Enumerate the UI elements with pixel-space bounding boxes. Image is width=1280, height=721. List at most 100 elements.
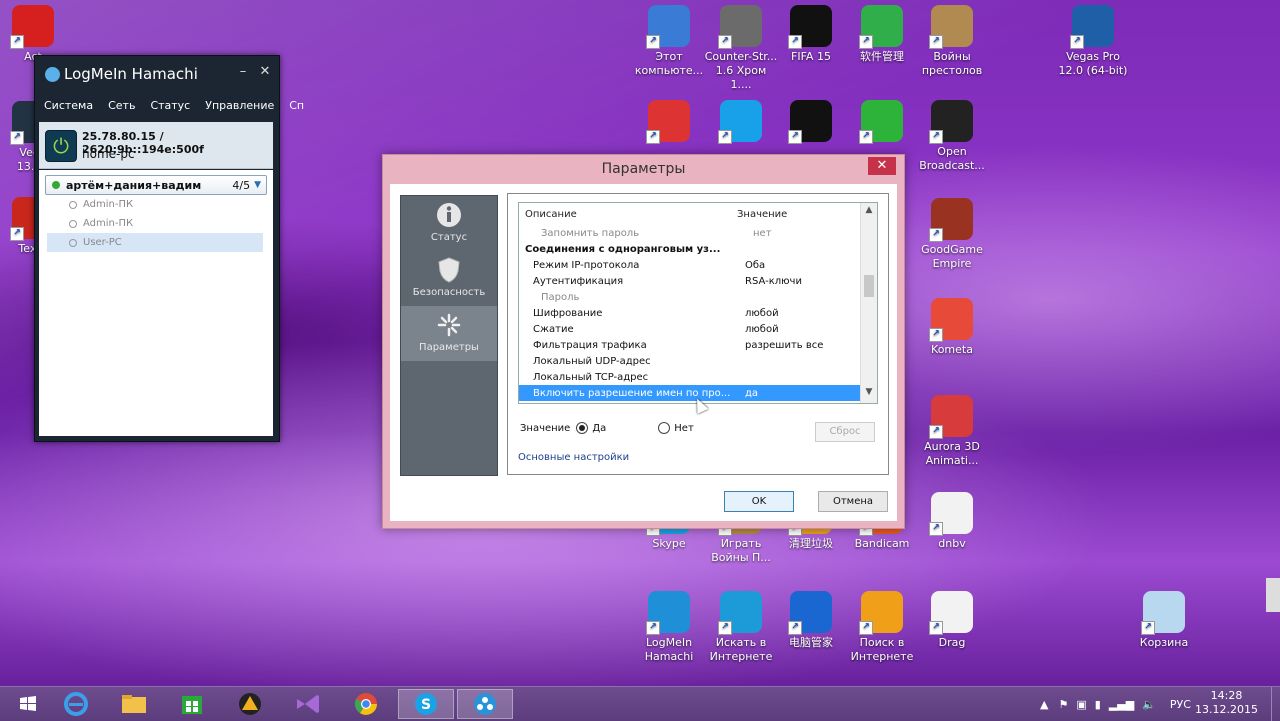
desktop-icon-label: LogMeIn Hamachi: [644, 636, 694, 663]
menu-network[interactable]: Сеть: [99, 99, 141, 112]
app-icon[interactable]: [222, 689, 278, 719]
power-button[interactable]: ⏻: [45, 130, 77, 162]
desktop-icon[interactable]: ↗: [845, 100, 919, 145]
menu-status[interactable]: Статус: [141, 99, 196, 112]
desktop-icon[interactable]: ↗ Counter-Str... 1.6 Хром 1....: [704, 5, 778, 92]
desktop-icon[interactable]: ↗ Искать в Интернете: [704, 591, 778, 664]
radio-yes-label[interactable]: Да: [592, 423, 606, 434]
cancel-button[interactable]: Отмена: [818, 491, 888, 512]
network-icon[interactable]: ▣: [1076, 698, 1086, 711]
store-icon[interactable]: [164, 689, 220, 719]
hamachi-taskbar-icon[interactable]: [457, 689, 513, 719]
table-row[interactable]: Режим IP-протокола Оба: [519, 257, 877, 273]
column-header-value[interactable]: Значение: [737, 209, 877, 220]
shortcut-arrow-icon: ↗: [10, 131, 24, 145]
desktop-icon-label: Vegas Pro 12.0 (64-bit): [1058, 50, 1128, 77]
volume-icon[interactable]: 🔈: [1142, 698, 1156, 711]
hamachi-title-bar[interactable]: LogMeIn Hamachi – ✕: [35, 56, 279, 92]
sidebar-item-parameters[interactable]: Параметры: [401, 306, 497, 361]
battery-icon[interactable]: ▮: [1095, 698, 1101, 711]
app-icon: ↗: [646, 100, 690, 144]
settings-table: Описание Значение Запомнить пароль нет Сое…: [518, 202, 878, 404]
radio-no[interactable]: [658, 422, 671, 434]
radio-no-label[interactable]: Нет: [674, 423, 694, 434]
edge-scrollbar[interactable]: [1266, 578, 1280, 612]
skype-icon[interactable]: S: [398, 689, 454, 719]
table-row[interactable]: Запомнить пароль нет: [519, 225, 877, 241]
desktop-icon[interactable]: ↗ dnbv: [915, 492, 989, 551]
desktop-icon-label: Kometa: [931, 343, 973, 356]
table-scrollbar[interactable]: ▲ ▼: [860, 203, 877, 403]
ie-icon[interactable]: [48, 689, 104, 719]
desktop-icon[interactable]: ↗ 软件管理: [845, 5, 919, 64]
desktop-icon[interactable]: ↗ Поиск в Интернете: [845, 591, 919, 664]
shortcut-arrow-icon: ↗: [929, 130, 943, 144]
scroll-up-icon[interactable]: ▲: [861, 205, 877, 219]
signal-icon[interactable]: ▂▄▆: [1109, 698, 1134, 711]
app-icon: ↗: [788, 5, 832, 49]
desktop-icon[interactable]: ↗ Vegas Pro 12.0 (64-bit): [1056, 5, 1130, 78]
desktop-icon[interactable]: ↗ Drag: [915, 591, 989, 650]
table-row[interactable]: Сжатие любой: [519, 321, 877, 337]
scroll-thumb[interactable]: [864, 275, 874, 297]
desktop-icon[interactable]: ↗ FIFA 15: [774, 5, 848, 64]
table-row[interactable]: Соединения с одноранговым уз...: [519, 241, 877, 257]
peer-name: User-PC: [83, 237, 122, 248]
chrome-icon[interactable]: [338, 689, 394, 719]
desktop-icon[interactable]: ↗ Open Broadcast...: [915, 100, 989, 173]
ok-button[interactable]: OK: [724, 491, 794, 512]
sidebar-item-status[interactable]: Статус: [401, 196, 497, 251]
desktop-icon-label: Aurora 3D Animati...: [924, 440, 980, 467]
reset-button[interactable]: Сброс: [815, 422, 875, 442]
desktop-icon[interactable]: ↗ GoodGame Empire: [915, 198, 989, 271]
peer-item-selected[interactable]: User-PC: [47, 233, 263, 252]
clock[interactable]: 14:28 13.12.2015: [1195, 689, 1258, 717]
menu-manage[interactable]: Управление: [196, 99, 280, 112]
language-indicator[interactable]: РУС: [1170, 698, 1191, 711]
close-icon[interactable]: ✕: [868, 157, 896, 175]
column-header-description[interactable]: Описание: [519, 209, 737, 220]
app-icon: ↗: [929, 298, 973, 342]
menu-system[interactable]: Система: [35, 99, 99, 112]
desktop-icon[interactable]: ↗ Войны престолов: [915, 5, 989, 78]
chevron-down-icon[interactable]: ▼: [254, 180, 261, 190]
minimize-icon[interactable]: –: [233, 64, 253, 80]
table-row[interactable]: Включить разрешение имен по про... да: [519, 385, 861, 401]
table-row[interactable]: Локальный TCP-адрес: [519, 369, 877, 385]
desktop-icon[interactable]: ↗: [632, 100, 706, 145]
table-row[interactable]: Фильтрация трафика разрешить все: [519, 337, 877, 353]
close-icon[interactable]: ✕: [255, 64, 275, 80]
scroll-down-icon[interactable]: ▼: [861, 387, 877, 401]
desktop-icon[interactable]: ↗ 电脑管家: [774, 591, 848, 650]
clock-date: 13.12.2015: [1195, 703, 1258, 716]
shortcut-arrow-icon: ↗: [929, 228, 943, 242]
app-icon: ↗: [929, 492, 973, 536]
app-icon: ↗: [929, 591, 973, 635]
table-row[interactable]: Пароль: [519, 289, 877, 305]
row-description: Соединения с одноранговым уз...: [525, 243, 721, 255]
desktop-icon[interactable]: ↗ Корзина: [1127, 591, 1201, 650]
desktop-icon[interactable]: ↗ Kometa: [915, 298, 989, 357]
shortcut-arrow-icon: ↗: [718, 621, 732, 635]
desktop-icon[interactable]: ↗: [774, 100, 848, 145]
tray-expand-icon[interactable]: ▲: [1040, 698, 1048, 711]
show-desktop-button[interactable]: [1271, 687, 1280, 721]
desktop-icon[interactable]: ↗: [704, 100, 778, 145]
desktop-icon[interactable]: ↗ Aurora 3D Animati...: [915, 395, 989, 468]
menu-help[interactable]: Сп: [280, 99, 310, 112]
sidebar-item-security[interactable]: Безопасность: [401, 251, 497, 306]
app-icon: ↗: [929, 5, 973, 49]
flag-icon[interactable]: ⚑: [1058, 698, 1068, 711]
visual-studio-icon[interactable]: [280, 689, 336, 719]
desktop-icon[interactable]: ↗ Этот компьюте...: [632, 5, 706, 78]
table-row[interactable]: Аутентификация RSA-ключи: [519, 273, 877, 289]
explorer-icon[interactable]: [106, 689, 162, 719]
peer-item[interactable]: Admin-ПК: [39, 195, 273, 214]
peer-item[interactable]: Admin-ПК: [39, 214, 273, 233]
basic-settings-link[interactable]: Основные настройки: [518, 452, 629, 463]
table-row[interactable]: Шифрование любой: [519, 305, 877, 321]
table-row[interactable]: Локальный UDP-адрес: [519, 353, 877, 369]
radio-yes[interactable]: [576, 422, 589, 434]
network-group[interactable]: артём+дания+вадим 4/5 ▼: [45, 175, 267, 195]
desktop-icon[interactable]: ↗ LogMeIn Hamachi: [632, 591, 706, 664]
